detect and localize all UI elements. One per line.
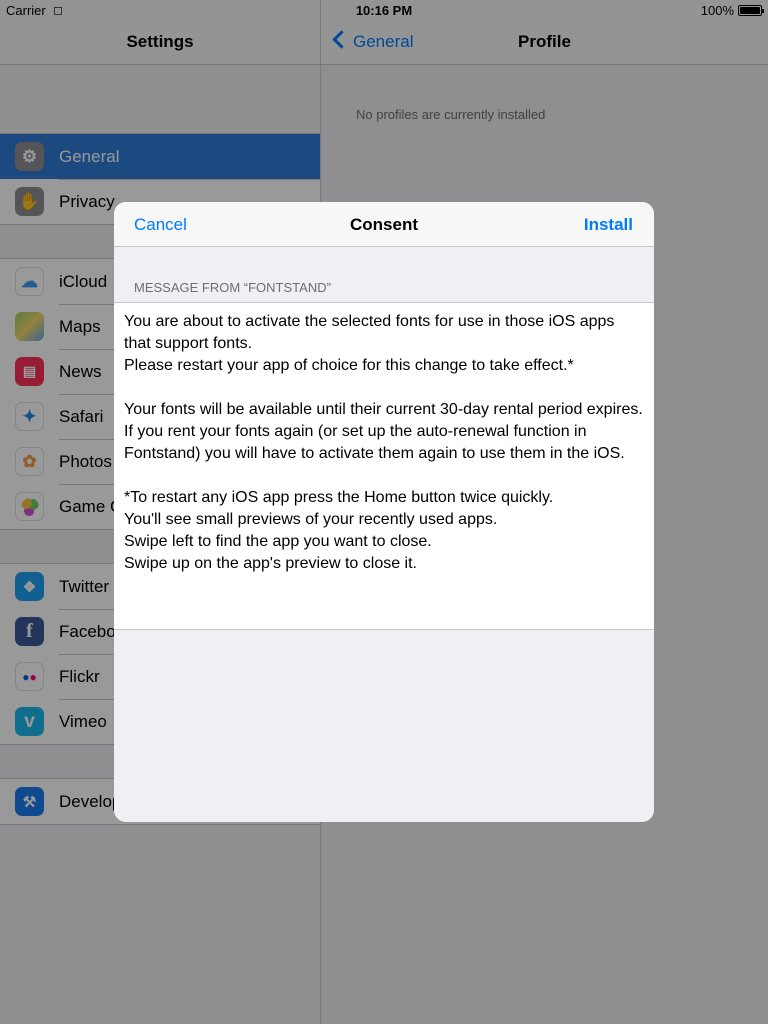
message-paragraph: *To restart any iOS app press the Home b…	[124, 489, 554, 572]
battery-percentage: 100%	[700, 3, 734, 18]
battery-icon	[738, 5, 764, 16]
message-paragraph: Your fonts will be available until their…	[124, 401, 643, 462]
modal-navbar: Cancel Consent Install	[114, 202, 654, 247]
message-box: You are about to activate the selected f…	[114, 302, 654, 630]
section-header: MESSAGE FROM “FONTSTAND”	[134, 280, 331, 295]
clock: 10:16 PM	[355, 3, 413, 18]
install-button[interactable]: Install	[584, 215, 633, 235]
message-paragraph: You are about to activate the selected f…	[124, 313, 615, 374]
consent-modal: Cancel Consent Install MESSAGE FROM “FON…	[114, 202, 654, 822]
modal-title: Consent	[350, 215, 418, 234]
status-bar: Carrier ◻ 10:16 PM 100%	[0, 0, 768, 20]
consent-message: You are about to activate the selected f…	[124, 311, 644, 575]
